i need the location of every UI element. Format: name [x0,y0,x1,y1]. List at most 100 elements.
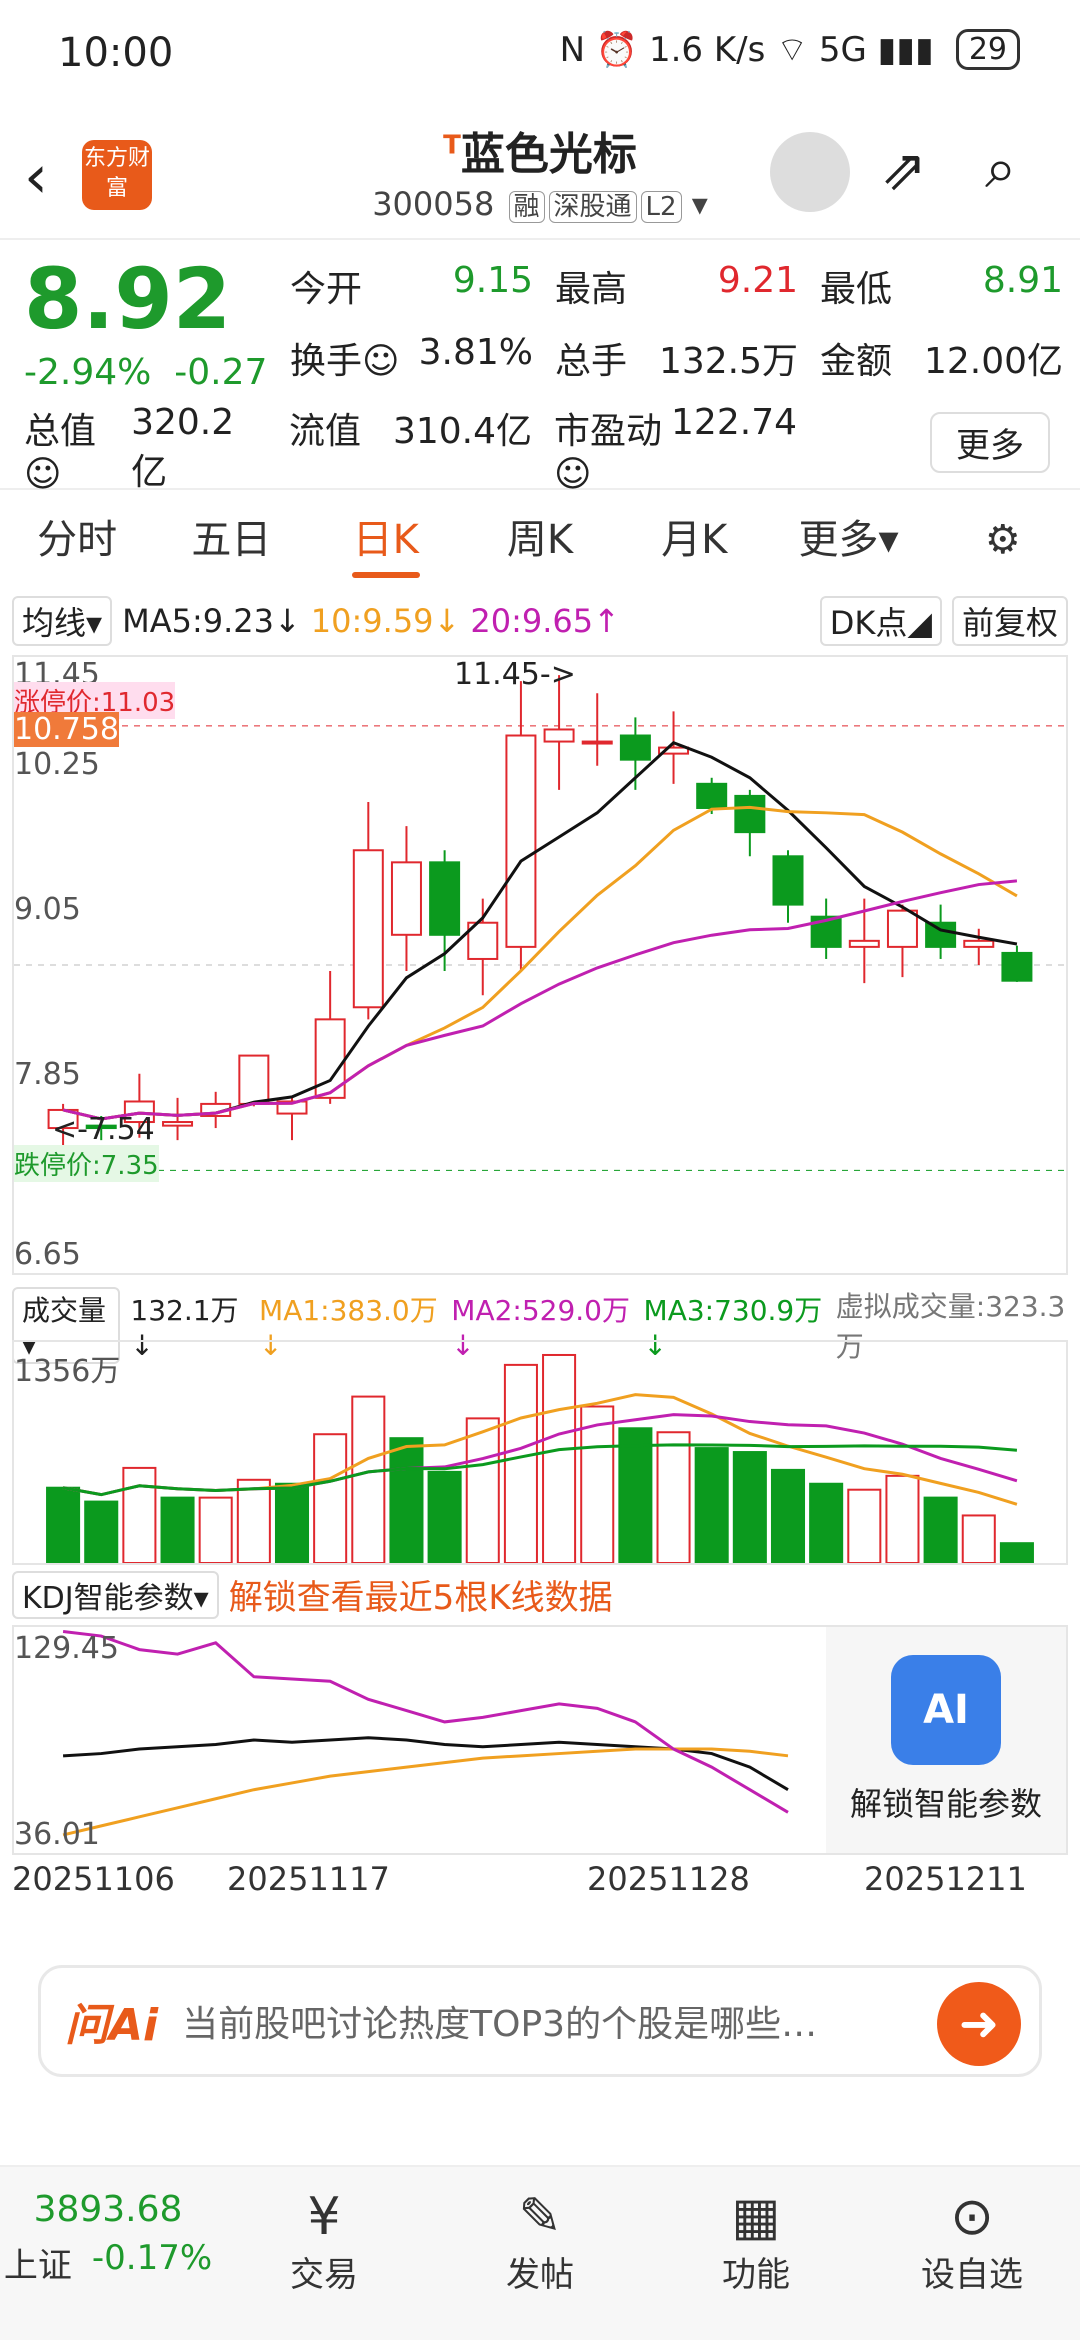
volume-bar [236,1478,271,1564]
more-button[interactable]: 更多 [930,412,1050,473]
quote-item: 今开 9.15 [290,260,555,312]
tab-2[interactable]: 日K [309,490,463,590]
ai-question-bar[interactable]: 问Ai 当前股吧讨论热度TOP3的个股是哪些… ➜ [38,1965,1042,2077]
nav-post-label: 发帖 [506,2255,574,2295]
candle-body [886,909,918,948]
quote-item: 最高 9.21 [555,260,820,312]
tag-level2: L2 [640,191,682,223]
nav-watchlist[interactable]: ⊙ 设自选 [864,2167,1080,2340]
y-label-2: 10.25 [14,747,100,782]
volume-top-label: 1356万 [14,1354,121,1389]
stock-name: 蓝色光标 [460,129,637,180]
volume-bar [618,1427,653,1564]
quote-label: 换手☺ [290,341,400,382]
quote-row-2: 换手☺ 3.81% 总手 132.5万 金额 12.00亿 [290,332,1080,384]
candle-body [581,740,613,745]
change-value: -0.27 [174,352,268,393]
ai-icon: AI [891,1655,1001,1765]
candle-body [1001,951,1033,982]
ai-question-text: 当前股吧讨论热度TOP3的个股是哪些… [182,2004,818,2045]
arrow-right-icon[interactable]: ➜ [937,1982,1021,2066]
volume-bar [885,1474,920,1564]
ma5-line [62,741,1018,1121]
quote-value: 310.4亿 [392,411,532,452]
high-note: 11.45-> [454,657,576,692]
quote-item: 总手 132.5万 [555,332,820,384]
kdj-selector[interactable]: KDJ智能参数▾ [12,1570,219,1619]
volume-bar [122,1466,157,1564]
tab-6[interactable]: ⚙ [926,490,1080,590]
candle-body [429,861,461,936]
trade-icon: ¥ [307,2187,341,2247]
candle-body [925,921,957,948]
quote-label: 今开 [290,269,363,310]
candle-body [543,728,575,743]
search-icon[interactable]: ⌕ [985,136,1016,202]
share-icon[interactable]: ⇗ [880,138,927,203]
nav-watchlist-label: 设自选 [921,2255,1023,2295]
y-label-4: 7.85 [14,1057,81,1092]
adjust-button[interactable]: 前复权 [951,596,1068,646]
ma-bar: 均线▾ MA5:9.23↓ 10:9.59↓ 20:9.65↑ DK点◢ 前复权 [12,596,1068,646]
kline-svg [14,675,1066,1171]
nav-post[interactable]: ✎ 发帖 [432,2167,648,2340]
tab-0[interactable]: 分时 [0,490,154,590]
candle-body [619,734,651,761]
quote-value: 9.21 [717,260,798,301]
nav-function[interactable]: ▦ 功能 [648,2167,864,2340]
candle-body [352,849,384,1009]
low-note: <-7.54 [52,1112,155,1147]
bottom-nav: 3893.68 上证 -0.17% ¥ 交易 ✎ 发帖 ▦ 功能 ⊙ 设自选 [0,2165,1080,2340]
kdj-chart[interactable]: 129.45 36.01 AI 解锁智能参数 [12,1625,1068,1855]
robot-avatar-icon[interactable] [770,132,850,212]
kdj-unlock-text[interactable]: 解锁查看最近5根K线数据 [229,1570,613,1619]
tab-1[interactable]: 五日 [154,490,308,590]
volume-bar [389,1437,424,1564]
stock-code: 300058 [372,185,495,223]
quote-item: 最低 8.91 [820,260,1080,312]
quote-label: 金额 [820,341,893,382]
price-change: -2.94% -0.27 [24,352,267,393]
battery-icon: 29 [955,29,1020,70]
volume-chart[interactable]: 1356万 [12,1340,1068,1565]
quote-value: 9.15 [452,260,533,301]
tag-connect: 深股通 [548,191,637,223]
candle-body [238,1054,270,1105]
quote-value: 320.2亿 [131,402,235,493]
volume-bar [580,1405,615,1564]
dk-point-button[interactable]: DK点◢ [819,596,942,646]
tab-5[interactable]: 更多▾ [771,490,925,590]
nav-index[interactable]: 3893.68 上证 -0.17% [0,2167,216,2340]
edit-icon: ✎ [518,2187,562,2247]
kline-chart[interactable]: 11.45 10.25 9.05 7.85 6.65 涨停价:11.03 10.… [12,655,1068,1275]
ma5-value: MA5:9.23↓ [122,602,301,640]
candle-body [162,1121,194,1127]
kdj-header: KDJ智能参数▾ 解锁查看最近5根K线数据 [12,1570,613,1619]
quote-item: 市盈动☺ 122.74 [554,402,819,495]
ai-unlock-label: 解锁智能参数 [849,1785,1042,1823]
tab-4[interactable]: 月K [617,490,771,590]
quote-item: 换手☺ 3.81% [290,332,555,384]
change-percent: -2.94% [24,352,152,393]
volume-bar [999,1542,1034,1564]
volume-bar [351,1395,386,1565]
nav-trade[interactable]: ¥ 交易 [216,2167,432,2340]
date-3: 20251128 [587,1860,750,1898]
current-price: 8.92 [24,250,232,348]
ai-unlock-panel[interactable]: AI 解锁智能参数 [826,1627,1066,1853]
quote-label: 最高 [555,269,628,310]
status-icons: N ⏰ 1.6 K/s ⌔ 5G ▮▮▮ 29 [560,28,1020,71]
ma-selector[interactable]: 均线▾ [12,596,113,646]
index-change: -0.17% [91,2238,213,2278]
candle-body [734,794,766,834]
title-mark: T [443,130,461,161]
chevron-down-icon[interactable]: ▾ [692,185,708,223]
ma20-value: 20:9.65↑ [470,602,620,640]
candle-body [696,782,728,809]
volume-bar [198,1496,233,1564]
quote-row-1: 今开 9.15 最高 9.21 最低 8.91 [290,260,1080,312]
ma10-line [62,805,1018,1121]
status-icon-group: N ⏰ 1.6 K/s ⌔ 5G ▮▮▮ [559,30,934,70]
candle-body [848,939,880,948]
tab-3[interactable]: 周K [463,490,617,590]
